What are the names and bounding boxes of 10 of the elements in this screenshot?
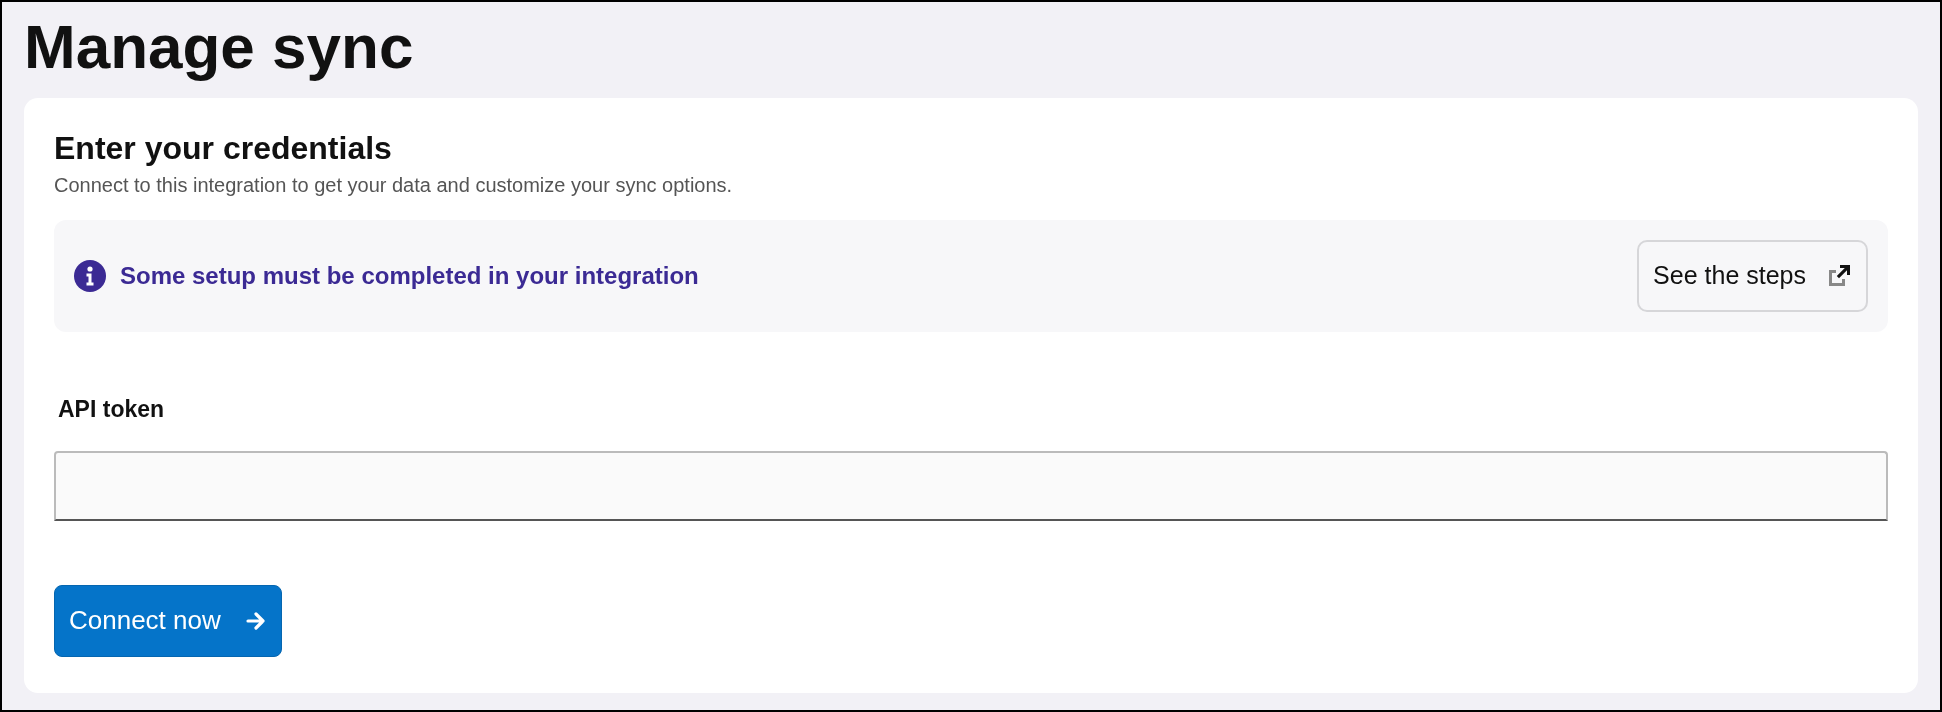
card-subtitle: Connect to this integration to get your data and customize your sync options. (54, 173, 733, 198)
see-steps-button[interactable]: See the steps (1637, 240, 1868, 312)
notice-message: Some setup must be completed in your integration (120, 261, 699, 291)
connect-button[interactable]: Connect now (54, 584, 282, 657)
field-label: API token (58, 395, 165, 424)
api-token-field[interactable] (54, 450, 1888, 521)
external-link-icon (1826, 263, 1852, 289)
arrow-right-icon (244, 609, 267, 632)
info-icon (74, 260, 106, 292)
card-title: Enter your credentials (54, 129, 392, 168)
